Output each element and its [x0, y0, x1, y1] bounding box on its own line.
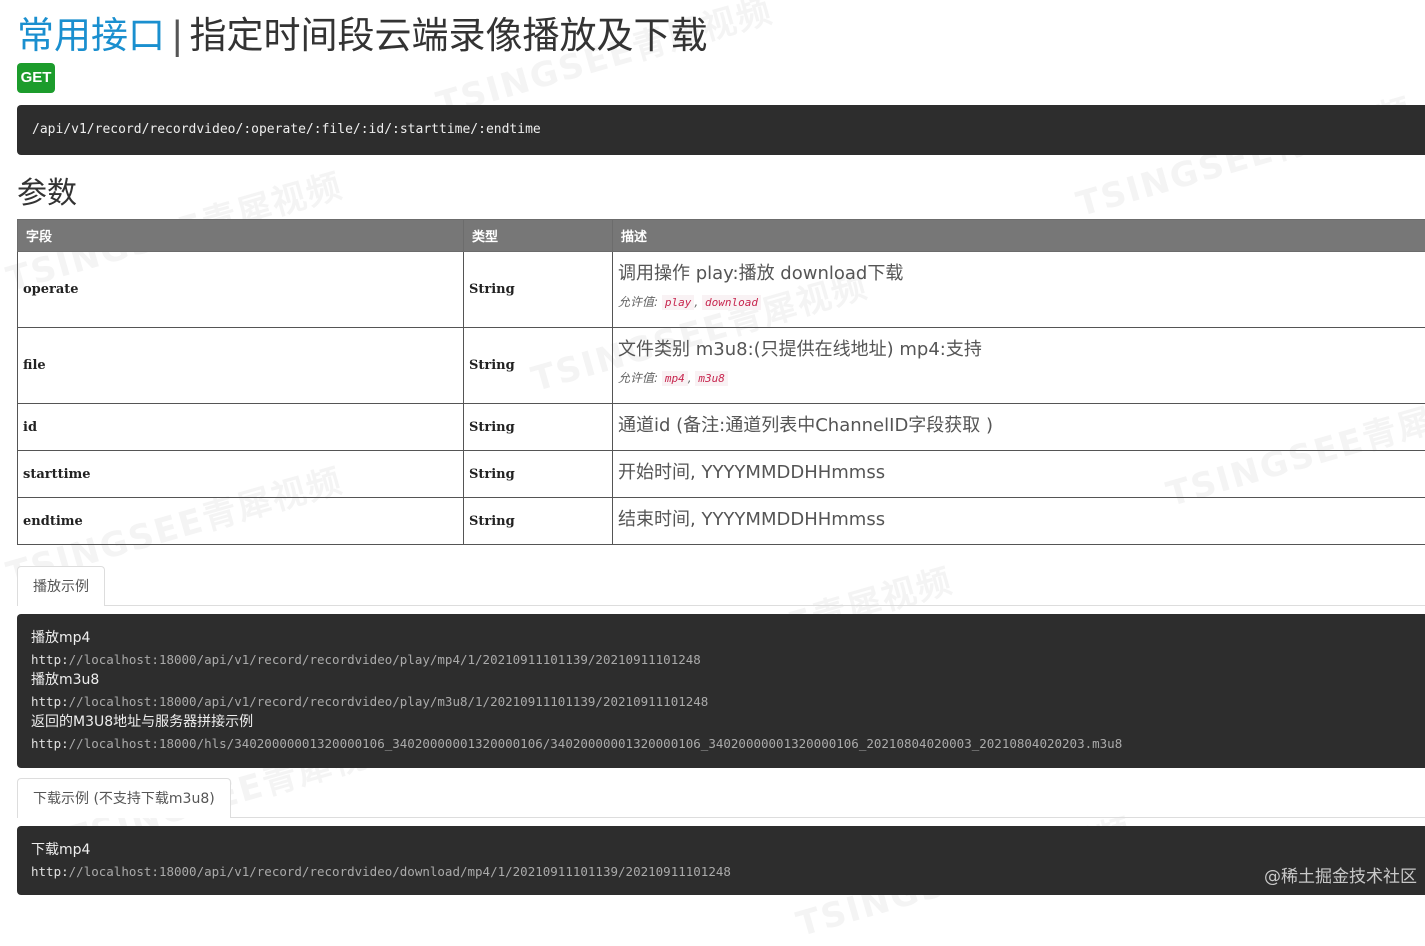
- params-table: 字段 类型 描述 operate String 调用操作 play:播放 dow…: [17, 219, 1425, 545]
- http-method-badge: GET: [17, 63, 55, 93]
- code-label: 播放mp4: [31, 628, 1425, 649]
- params-section-title: 参数: [17, 170, 77, 218]
- url-protocol: http:: [31, 694, 69, 709]
- param-description: 结束时间, YYYYMMDDHHmmss: [613, 498, 1425, 545]
- allowed-value: download: [702, 295, 761, 310]
- table-row: endtime String 结束时间, YYYYMMDDHHmmss: [18, 498, 1425, 545]
- param-type: String: [464, 451, 613, 498]
- allowed-value: m3u8: [695, 371, 728, 386]
- param-description: 文件类别 m3u8:(只提供在线地址) mp4:支持: [618, 335, 1425, 361]
- page-title: 常用接口|指定时间段云端录像播放及下载: [17, 12, 707, 60]
- param-description-cell: 文件类别 m3u8:(只提供在线地址) mp4:支持 允许值: mp4, m3u…: [613, 328, 1425, 404]
- tab-download-example[interactable]: 下载示例 (不支持下载m3u8): [17, 778, 231, 818]
- param-description-cell: 调用操作 play:播放 download下载 允许值: play, downl…: [613, 252, 1425, 328]
- code-url: http://localhost:18000/api/v1/record/rec…: [31, 691, 1425, 712]
- allowed-values: 允许值: mp4, m3u8: [618, 369, 1425, 386]
- table-row: id String 通道id (备注:通道列表中ChannelID字段获取 ): [18, 404, 1425, 451]
- column-header-description: 描述: [613, 220, 1425, 252]
- url-path: //localhost:18000/api/v1/record/recordvi…: [69, 694, 709, 709]
- allowed-values: 允许值: play, download: [618, 293, 1425, 310]
- allowed-values-label: 允许值:: [618, 371, 658, 385]
- code-label: 播放m3u8: [31, 670, 1425, 691]
- param-description: 通道id (备注:通道列表中ChannelID字段获取 ): [613, 404, 1425, 451]
- download-example-code: 下载mp4 http://localhost:18000/api/v1/reco…: [17, 826, 1425, 895]
- code-url: http://localhost:18000/hls/3402000000132…: [31, 733, 1425, 754]
- param-field: endtime: [18, 498, 464, 545]
- param-type: String: [464, 404, 613, 451]
- column-header-field: 字段: [18, 220, 464, 252]
- param-type: String: [464, 252, 613, 328]
- allowed-value: play: [662, 295, 695, 310]
- api-name: 指定时间段云端录像播放及下载: [189, 14, 707, 57]
- code-label: 返回的M3U8地址与服务器拼接示例: [31, 712, 1425, 733]
- param-field: operate: [18, 252, 464, 328]
- url-path: //localhost:18000/api/v1/record/recordvi…: [69, 652, 701, 667]
- param-type: String: [464, 328, 613, 404]
- code-url: http://localhost:18000/api/v1/record/rec…: [31, 649, 1425, 670]
- play-example-code: 播放mp4 http://localhost:18000/api/v1/reco…: [17, 614, 1425, 768]
- table-row: file String 文件类别 m3u8:(只提供在线地址) mp4:支持 允…: [18, 328, 1425, 404]
- param-field: starttime: [18, 451, 464, 498]
- code-url: http://localhost:18000/api/v1/record/rec…: [31, 861, 1425, 882]
- param-description: 调用操作 play:播放 download下载: [618, 259, 1425, 285]
- code-label: 下载mp4: [31, 840, 1425, 861]
- url-path: //localhost:18000/api/v1/record/recordvi…: [69, 864, 731, 879]
- param-type: String: [464, 498, 613, 545]
- tab-divider: [17, 605, 1425, 606]
- param-field: id: [18, 404, 464, 451]
- title-separator: |: [171, 14, 183, 57]
- source-credit: @稀土掘金技术社区: [1264, 862, 1417, 887]
- api-group-name: 常用接口: [17, 14, 165, 57]
- param-field: file: [18, 328, 464, 404]
- allowed-values-label: 允许值:: [618, 295, 658, 309]
- tab-play-example[interactable]: 播放示例: [17, 566, 105, 606]
- url-protocol: http:: [31, 864, 69, 879]
- endpoint-path: /api/v1/record/recordvideo/:operate/:fil…: [17, 105, 1425, 155]
- table-row: starttime String 开始时间, YYYYMMDDHHmmss: [18, 451, 1425, 498]
- url-path: //localhost:18000/hls/340200000013200001…: [69, 736, 1123, 751]
- table-row: operate String 调用操作 play:播放 download下载 允…: [18, 252, 1425, 328]
- params-table-header: 字段 类型 描述: [18, 220, 1425, 252]
- param-description: 开始时间, YYYYMMDDHHmmss: [613, 451, 1425, 498]
- url-protocol: http:: [31, 736, 69, 751]
- allowed-value: mp4: [662, 371, 688, 386]
- url-protocol: http:: [31, 652, 69, 667]
- column-header-type: 类型: [464, 220, 613, 252]
